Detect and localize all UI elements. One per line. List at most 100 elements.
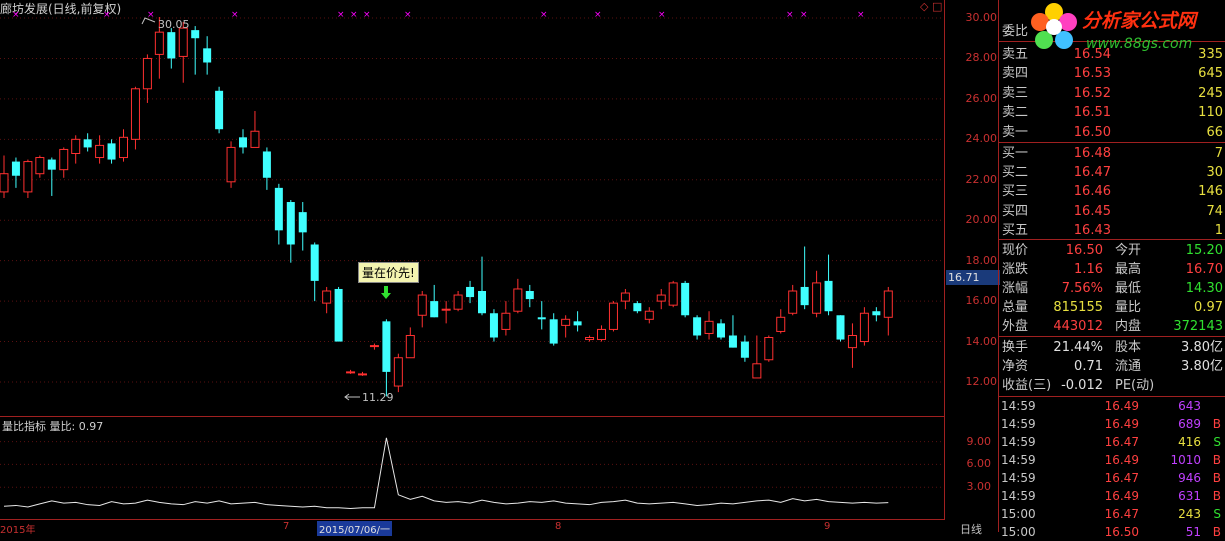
candle-body [430,301,439,318]
sell-order-row[interactable]: 卖四 16.53 645 [999,64,1225,83]
sell-order-row[interactable]: 卖二 16.51 110 [999,103,1225,122]
price-tick: 14.00 [965,334,998,348]
date-label: 9 [824,521,831,532]
order-volume: 66 [1206,124,1223,140]
info-value: 7.56% [1061,281,1103,296]
price-tick: 22.00 [965,172,998,186]
order-label: 卖二 [1002,105,1029,121]
indicator-tick: 6.00 [966,457,992,471]
buy-order-row[interactable]: 买一 16.48 7 [999,144,1225,163]
candle-body [322,290,332,304]
candle-body [47,159,56,170]
price-tick: 18.00 [965,253,998,267]
order-label: 买一 [1002,146,1029,161]
sell-order-row[interactable]: 卖三 16.52 245 [999,84,1225,103]
price-tick: 30.00 [965,11,998,24]
trade-tick-row: 14:59 16.47 416 S [999,433,1225,451]
candle-body [417,294,427,316]
info-label: 现价 [1002,243,1029,258]
tick-direction: S [1213,435,1221,449]
candle-body [644,310,654,320]
candle-body [824,280,833,312]
info-value: -0.012 [1061,378,1103,393]
candle-body [59,148,69,171]
trade-tick-row: 14:59 16.49 631 B [999,487,1225,505]
price-tick: 20.00 [965,213,998,227]
order-label: 卖三 [1002,85,1029,101]
candle-body [358,373,367,376]
sell-order-row[interactable]: 卖一 16.50 66 [999,123,1225,142]
tick-direction: B [1212,453,1221,467]
buy-order-row[interactable]: 买二 16.47 30 [999,163,1225,182]
candle-body [274,187,283,231]
order-volume: 30 [1206,165,1223,181]
tick-price: 16.50 [1104,525,1139,539]
info-label: 换手 [1002,340,1029,355]
candle-body [203,48,212,63]
tick-price: 16.47 [1104,507,1139,521]
tick-price: 16.49 [1104,417,1139,431]
order-price: 16.52 [1073,85,1111,101]
date-label: 2015年 [0,525,36,536]
trade-tick-row: 14:59 16.49 643 [999,397,1225,415]
candle-body [633,303,642,312]
info-label: PE(动) [1115,378,1155,393]
buy-order-row[interactable]: 买五 16.43 1 [999,221,1225,240]
info-label: 总量 [1002,300,1029,315]
info-value: 443012 [1053,319,1103,334]
indicator-axis: 9.00 6.00 3.00 [945,417,998,519]
info-value: 0.97 [1194,300,1223,315]
order-price: 16.50 [1073,124,1111,140]
current-price-box: 16.71 [946,270,1000,285]
candle-body [262,151,271,178]
candle-body [478,291,486,314]
candle-body [191,30,200,39]
candle-body [167,32,176,59]
tick-volume: 243 [1178,507,1201,521]
candle-body [334,288,343,342]
candle-body [215,90,224,130]
candle-body [95,144,105,159]
tick-time: 14:59 [1001,417,1036,431]
candle-body [501,312,511,330]
tick-volume: 946 [1178,471,1201,485]
candle-body [23,161,33,193]
order-label: 买四 [1002,203,1029,219]
order-label: 买五 [1002,222,1029,238]
buy-order-row[interactable]: 买四 16.45 74 [999,202,1225,221]
logo-text: 分析家公式网 [1082,10,1197,32]
tick-time: 14:59 [1001,471,1036,485]
info-value: 3.80亿 [1181,340,1223,355]
candle-body [776,316,786,332]
quote-info-row: 净资 0.71 流通 3.80亿 [999,357,1225,376]
candlestick-chart[interactable] [0,0,945,520]
candle-body [585,337,595,341]
order-volume: 7 [1214,146,1223,161]
candle-body [656,294,666,302]
candle-body [812,282,822,314]
logo-flower-icon [1031,3,1077,49]
date-label: 7 [283,521,290,532]
buy-order-row[interactable]: 买三 16.46 146 [999,182,1225,201]
tick-time: 14:59 [1001,453,1036,467]
candle-body [489,313,498,338]
candle-body [11,161,20,176]
candle-body [466,286,475,298]
order-price: 16.43 [1073,222,1111,238]
candle-body [0,173,9,193]
down-arrow-icon [381,286,391,299]
candle-body [740,341,749,358]
quote-info-row: 收益(三) -0.012 PE(动) [999,376,1225,395]
order-price: 16.47 [1073,165,1111,181]
selected-date[interactable]: 2015/07/06/一 [317,521,393,536]
candle-body [382,321,391,372]
order-label: 买三 [1002,184,1029,200]
quote-info-row: 现价 16.50 今开 15.20 [999,241,1225,260]
info-value: 0.71 [1074,359,1103,374]
price-tick: 24.00 [965,132,998,146]
candle-body [239,137,247,148]
period-label: 日线 [960,523,982,536]
order-price: 16.45 [1073,203,1111,219]
candle-body [693,317,702,336]
candle-body [310,244,319,281]
